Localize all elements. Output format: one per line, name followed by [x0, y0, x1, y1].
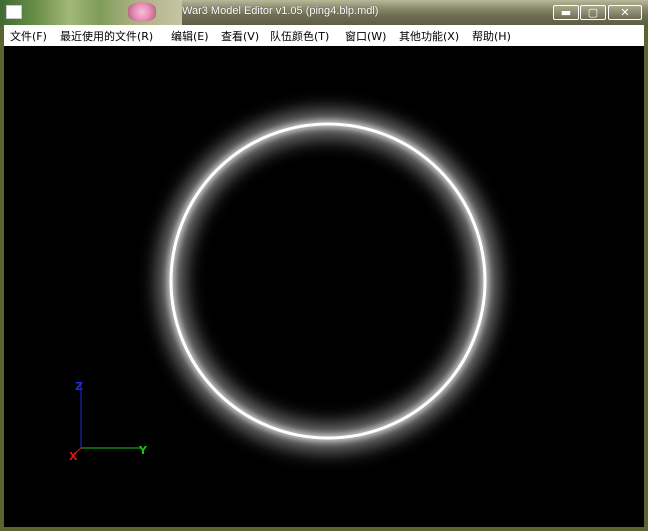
menu-recent-files[interactable]: 最近使用的文件(R) [60, 28, 153, 44]
minimize-button[interactable]: ▬ [553, 5, 579, 20]
y-axis-label: Y [138, 444, 148, 457]
bottom-frame [0, 527, 648, 531]
menu-other-functions[interactable]: 其他功能(X) [399, 28, 459, 44]
close-button[interactable]: ✕ [608, 5, 642, 20]
menu-help[interactable]: 帮助(H) [472, 28, 511, 44]
title-bar[interactable]: War3 Model Editor v1.05 (ping4.blp.mdl) … [0, 0, 648, 25]
menu-window[interactable]: 窗口(W) [345, 28, 386, 44]
maximize-button[interactable]: ▢ [580, 5, 606, 20]
x-axis-label: X [69, 450, 78, 463]
axis-gizmo: Z Y X [69, 380, 148, 463]
menu-bar: 文件(F) 最近使用的文件(R) 编辑(E) 查看(V) 队伍颜色(T) 窗口(… [4, 25, 644, 46]
menu-view[interactable]: 查看(V) [221, 28, 259, 44]
glowing-ring [157, 110, 499, 452]
menu-team-color[interactable]: 队伍颜色(T) [270, 28, 329, 44]
lotus-decoration [126, 2, 158, 22]
window-title: War3 Model Editor v1.05 (ping4.blp.mdl) [182, 5, 379, 17]
model-viewport[interactable]: Z Y X [4, 46, 644, 527]
app-window: War3 Model Editor v1.05 (ping4.blp.mdl) … [0, 0, 648, 531]
menu-file[interactable]: 文件(F) [10, 28, 47, 44]
z-axis-label: Z [75, 380, 83, 393]
viewport-canvas: Z Y X [69, 110, 499, 463]
menu-edit[interactable]: 编辑(E) [171, 28, 209, 44]
window-system-icon[interactable] [6, 5, 22, 19]
